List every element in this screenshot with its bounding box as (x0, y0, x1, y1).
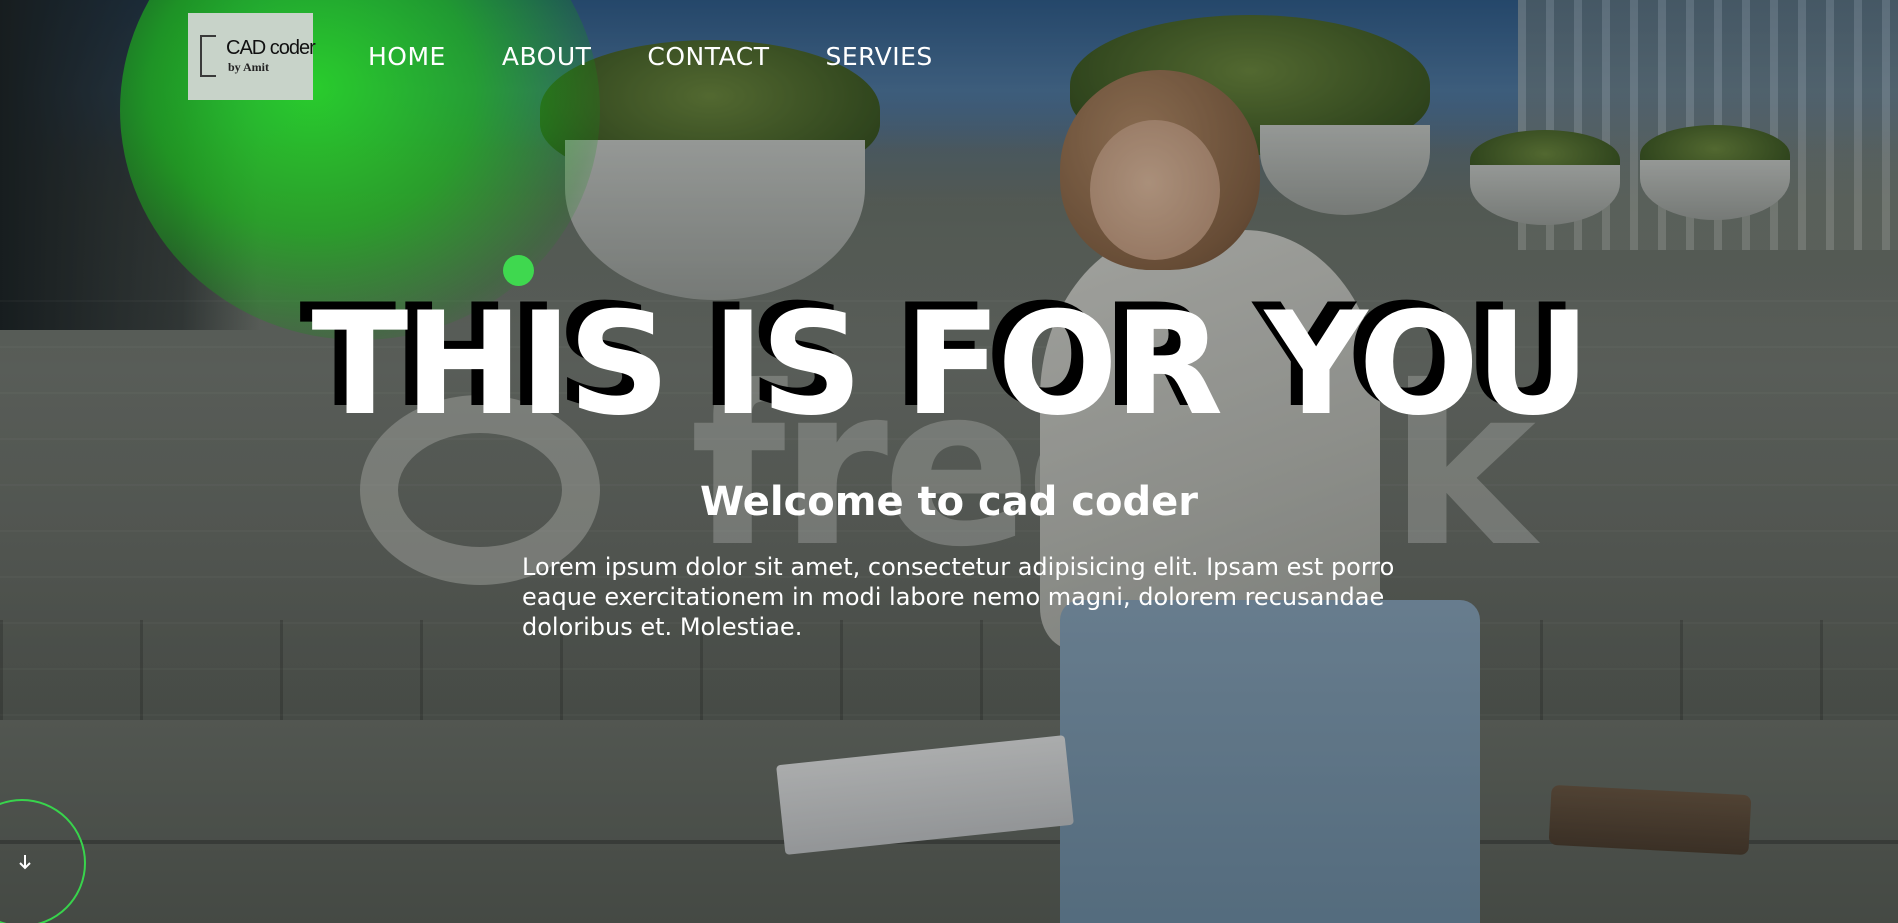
hero-subheading: Welcome to cad coder (700, 479, 1198, 525)
logo-title: CAD coder (226, 37, 316, 59)
arrow-down-icon[interactable] (15, 852, 35, 872)
site-logo[interactable]: CAD coder by Amit (188, 13, 316, 100)
main-nav: HOME ABOUT CONTACT SERVIES (368, 40, 989, 74)
background-building (1518, 0, 1898, 250)
background-planter (1470, 165, 1620, 225)
hero-paragraph: Lorem ipsum dolor sit amet, consectetur … (522, 553, 1395, 641)
background-papers (776, 735, 1074, 855)
hero-section: freepik CAD coder by Amit HOME ABOUT CON… (0, 0, 1898, 923)
background-planter (1640, 160, 1790, 220)
nav-contact[interactable]: CONTACT (647, 40, 769, 74)
scroll-down-button[interactable] (0, 799, 86, 923)
dark-overlay (0, 0, 1898, 923)
nav-about[interactable]: ABOUT (502, 40, 592, 74)
cad-drafting-icon (200, 35, 216, 77)
background-phone (1548, 784, 1752, 856)
background-bush (1470, 130, 1620, 190)
background-person-jeans (1060, 600, 1480, 923)
logo-subtitle: by Amit (228, 60, 270, 74)
background-bush (1640, 125, 1790, 185)
background-person-hair (1060, 70, 1260, 270)
nav-home[interactable]: HOME (368, 40, 446, 74)
background-ground-edge (0, 840, 1898, 844)
background-bush (1070, 15, 1430, 155)
background-planter (1260, 125, 1430, 215)
hero-headline: THIS IS FOR YOU (311, 282, 1590, 447)
background-planter (565, 140, 865, 300)
background-person-face (1090, 120, 1220, 260)
nav-services[interactable]: SERVIES (825, 40, 932, 74)
background-ground (0, 720, 1898, 923)
